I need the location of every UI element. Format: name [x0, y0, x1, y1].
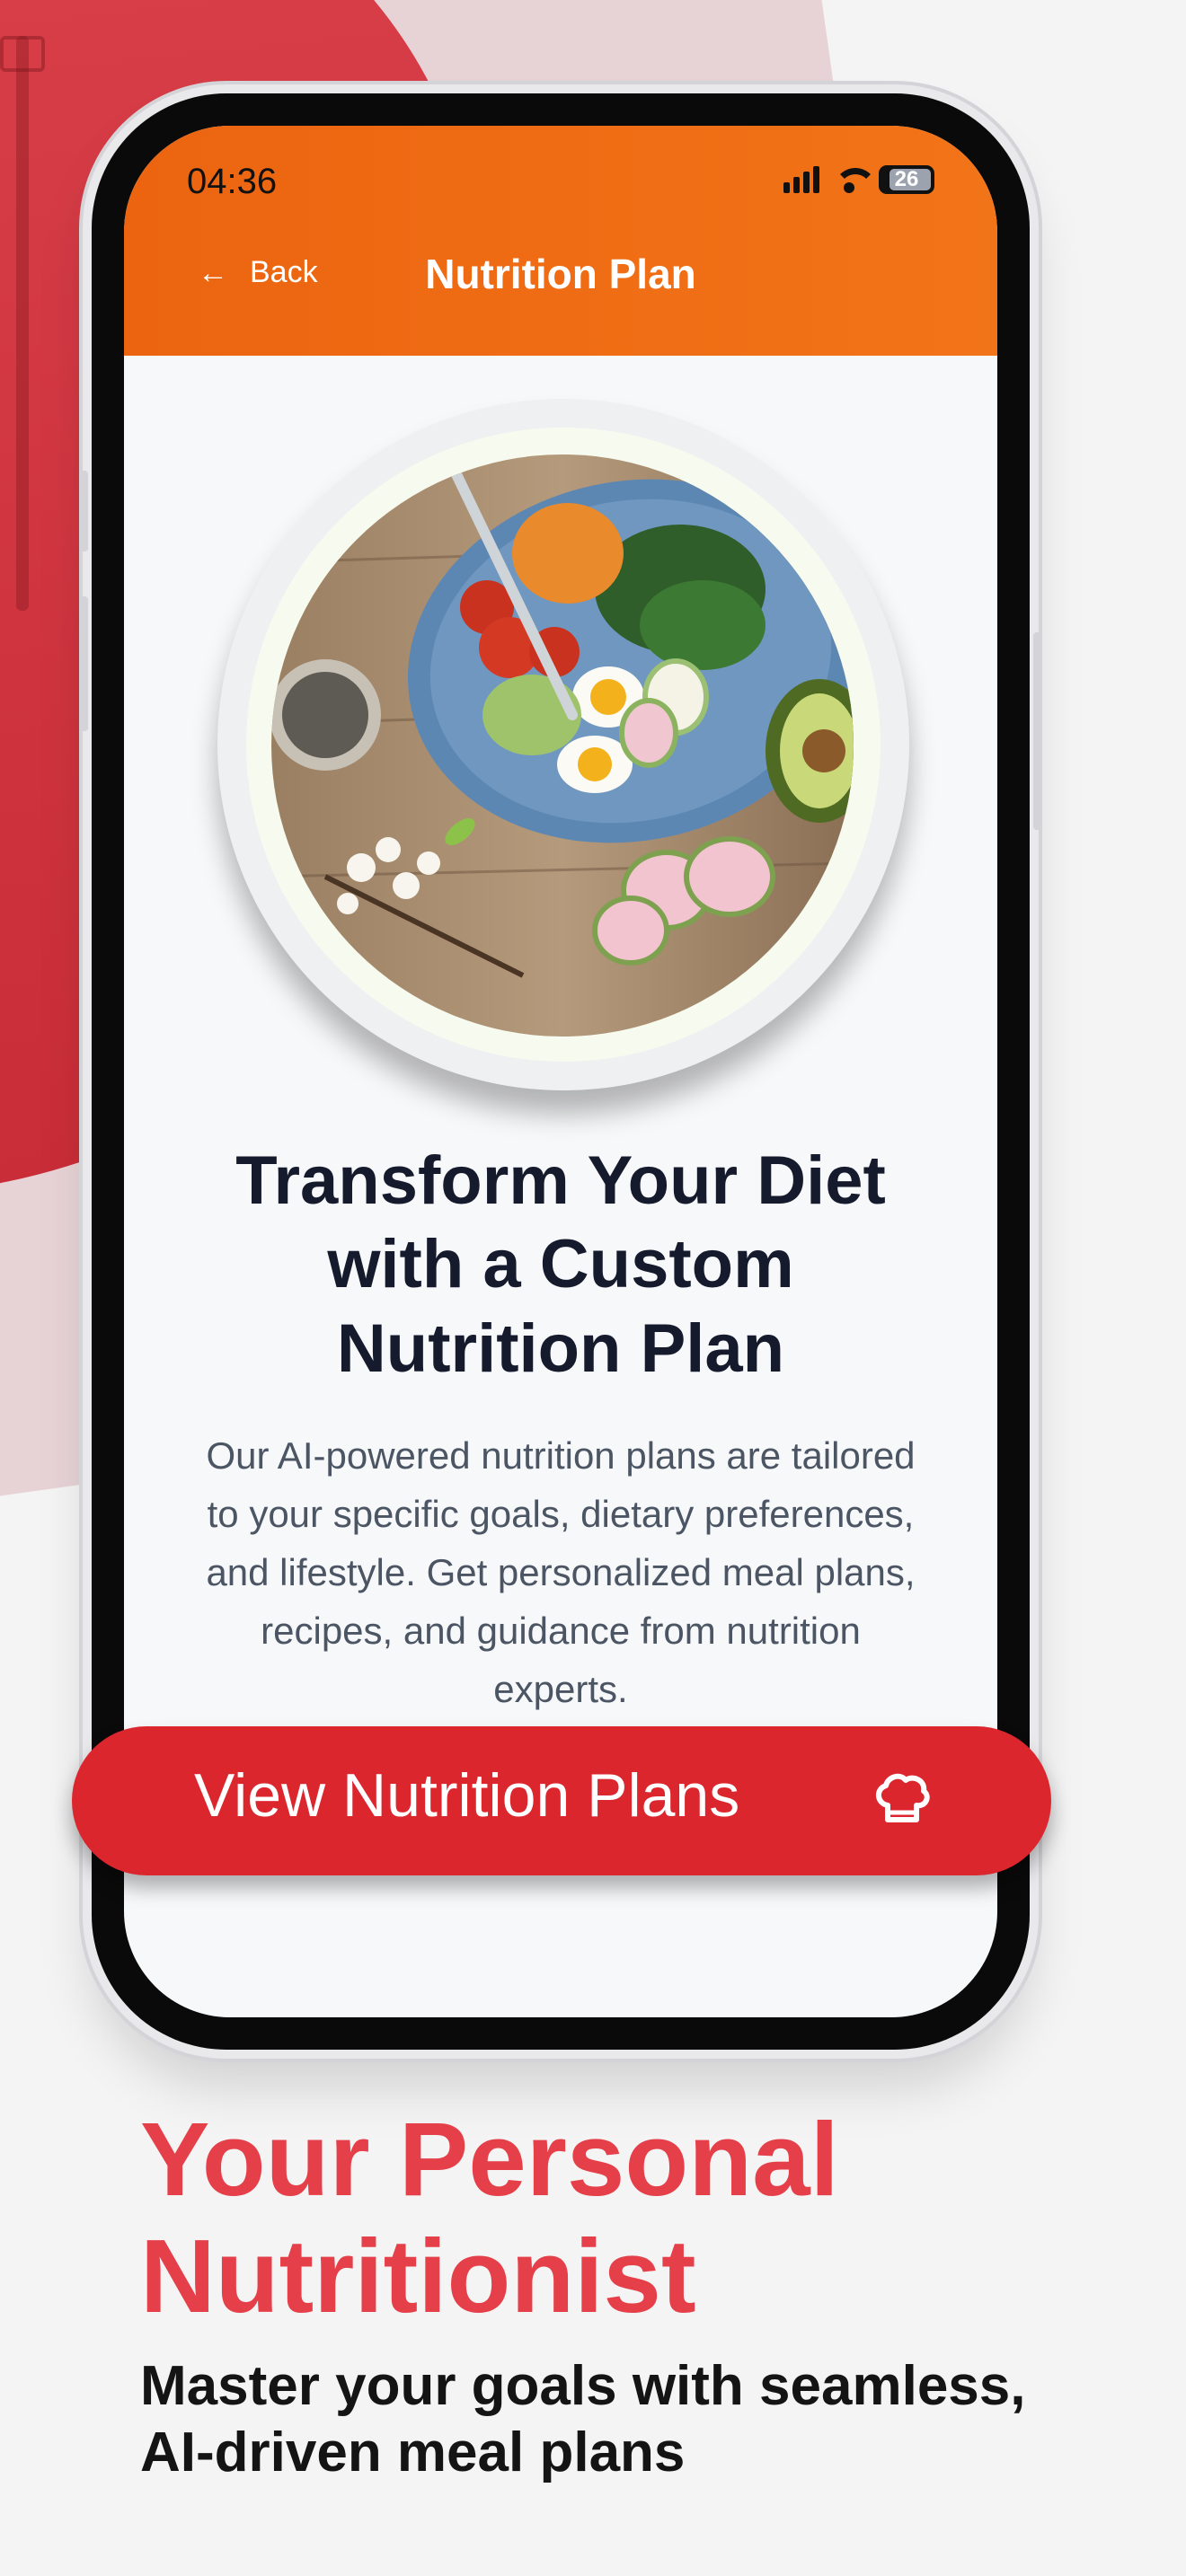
phone-volume-button: [79, 596, 88, 731]
chef-hat-icon: [876, 1773, 930, 1822]
cta-label: View Nutrition Plans: [194, 1761, 740, 1830]
marketing-tagline: Your Personal Nutritionist: [140, 2101, 839, 2334]
battery-level-text: 26: [894, 167, 919, 191]
phone-side-button: [79, 471, 88, 551]
background-lamp-pole: [16, 36, 29, 611]
marketing-subtagline: Master your goals with seamless, AI-driv…: [140, 2355, 1026, 2484]
app-header: 04:36 26 ← Back Nutrition Plan: [124, 126, 997, 356]
battery-icon: 26: [879, 165, 934, 194]
headline: Transform Your Diet with a Custom Nutrit…: [235, 1142, 886, 1387]
page-title: Nutrition Plan: [425, 251, 696, 297]
status-icons: 26: [783, 165, 934, 194]
signal-icon: [783, 166, 819, 193]
view-nutrition-plans-button[interactable]: View Nutrition Plans: [72, 1726, 1051, 1875]
phone-power-button: [1033, 632, 1042, 830]
wifi-icon: [832, 166, 877, 193]
description: Our AI-powered nutrition plans are tailo…: [206, 1434, 916, 1711]
food-image: [271, 454, 854, 1037]
status-time: 04:36: [187, 162, 278, 201]
